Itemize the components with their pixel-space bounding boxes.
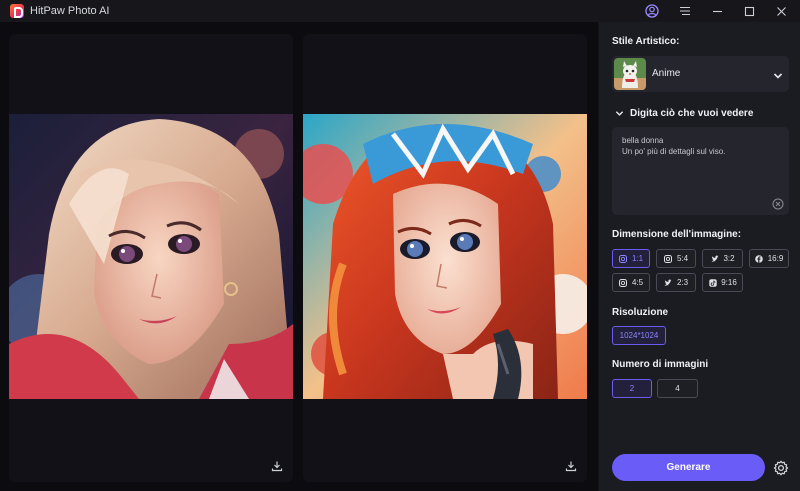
settings-sidebar: Stile Artistico: Anime Digita ciò che vu… [599,22,800,491]
image-size-label: Dimensione dell'immagine: [612,229,742,240]
art-style-value: Anime [652,68,681,79]
ratio-button-16-9[interactable]: 16:9 [749,249,789,268]
ratio-label: 2:3 [676,278,689,287]
resolution-label: Risoluzione [612,307,669,318]
title-bar: HitPaw Photo AI [0,0,800,22]
anime-style-thumbnail [614,58,646,90]
prompt-line: bella donna [622,136,664,145]
ratio-button-1-1[interactable]: 1:1 [612,249,650,268]
ratio-label: 9:16 [721,278,737,287]
ratio-label: 4:5 [631,278,644,287]
art-style-label: Stile Artistico: [612,36,680,47]
results-area [0,22,598,491]
minimize-icon[interactable] [708,2,726,20]
prompt-line: Un po' più di dettagli sul viso. [622,147,726,156]
prompt-label: Digita ciò che vuoi vedere [630,108,754,119]
download-icon[interactable] [563,458,579,474]
instagram-icon [619,278,628,287]
user-account-icon[interactable] [643,2,661,20]
ratio-button-2-3[interactable]: 2:3 [656,273,696,292]
ratio-button-4-5[interactable]: 4:5 [612,273,650,292]
instagram-icon [619,254,628,263]
twitter-icon [664,278,673,287]
facebook-icon [755,254,764,263]
app-logo-icon [10,4,24,18]
resolution-option-1024[interactable]: 1024*1024 [612,326,666,345]
ratio-label: 3:2 [723,254,735,263]
download-icon[interactable] [269,458,285,474]
prompt-section-toggle[interactable]: Digita ciò che vuoi vedere [615,108,753,119]
gear-icon[interactable] [771,458,790,477]
chevron-down-icon [615,111,624,116]
ratio-button-9-16[interactable]: 9:16 [702,273,743,292]
generate-button[interactable]: Generare [612,454,765,481]
ratio-button-3-2[interactable]: 3:2 [702,249,743,268]
ratio-label: 1:1 [631,254,644,263]
ratio-label: 16:9 [767,254,784,263]
close-icon[interactable] [772,2,790,20]
app-title: HitPaw Photo AI [30,5,110,17]
hamburger-menu-icon[interactable] [676,2,694,20]
generated-image-blonde-portrait[interactable] [9,114,293,399]
image-count-option-2[interactable]: 2 [612,379,652,398]
art-style-dropdown[interactable]: Anime [612,56,789,92]
clear-text-icon[interactable] [772,198,784,210]
ratio-button-5-4[interactable]: 5:4 [656,249,696,268]
image-count-option-4[interactable]: 4 [657,379,698,398]
result-card[interactable] [9,34,293,482]
result-card[interactable] [303,34,587,482]
chevron-down-icon [773,68,783,86]
twitter-icon [710,254,719,263]
instagram-icon [664,254,673,263]
maximize-icon[interactable] [740,2,758,20]
image-count-label: Numero di immagini [612,359,709,370]
ratio-label: 5:4 [676,254,689,263]
generated-image-redhead-portrait[interactable] [303,114,587,399]
prompt-textarea[interactable]: bella donna Un po' più di dettagli sul v… [612,127,789,215]
tiktok-icon [708,278,717,287]
